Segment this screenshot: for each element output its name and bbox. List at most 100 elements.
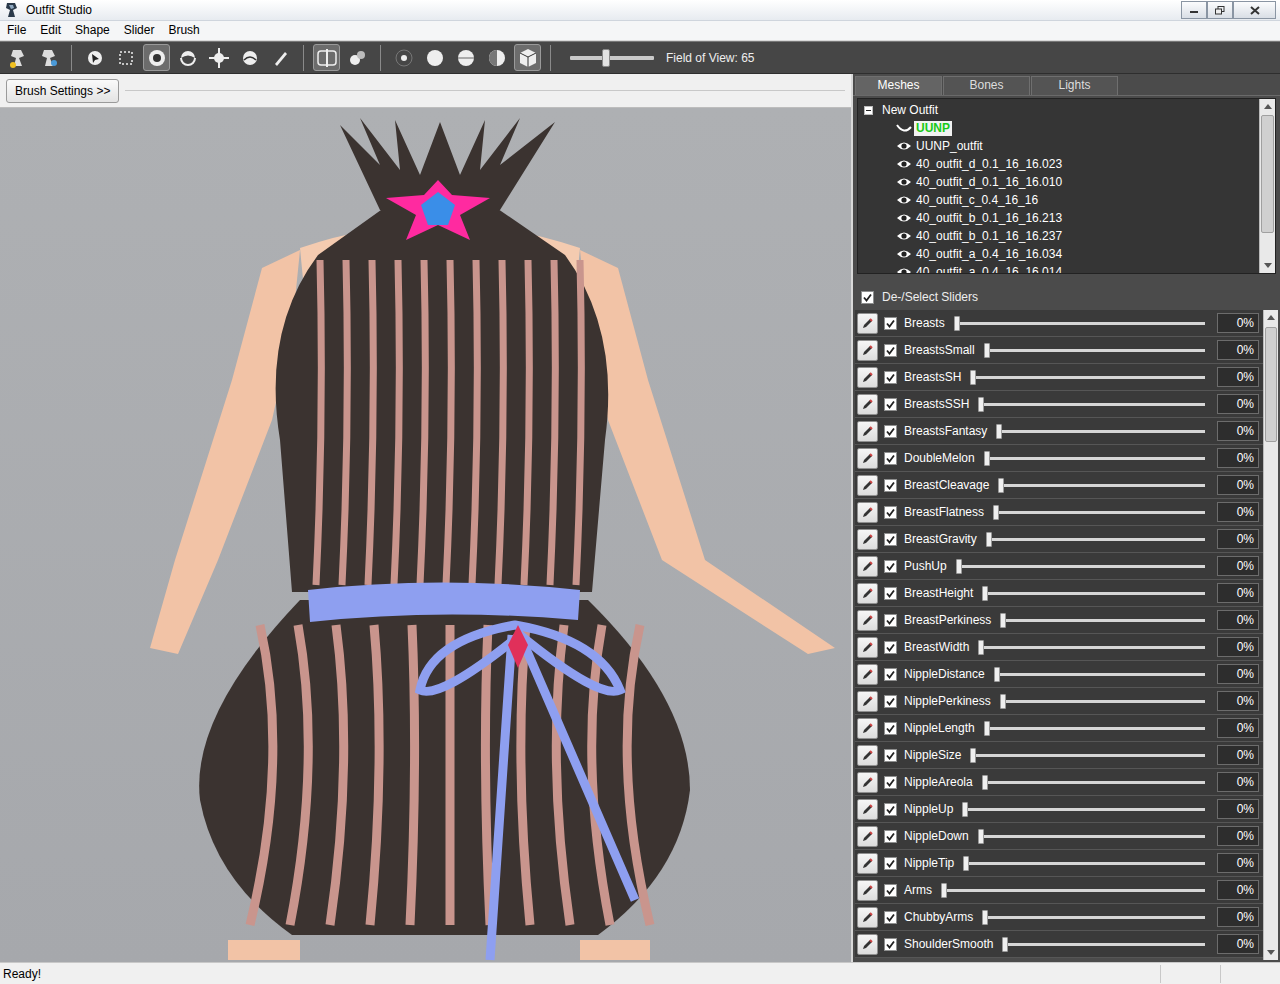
tree-root[interactable]: New Outfit (858, 101, 1259, 119)
slider-track[interactable] (1000, 619, 1205, 622)
scroll-down-button[interactable] (1260, 258, 1275, 273)
edit-slider-button[interactable] (857, 502, 878, 523)
tool-button[interactable] (112, 44, 139, 71)
slider-track[interactable] (1000, 700, 1205, 703)
slider-value[interactable]: 0% (1217, 313, 1259, 333)
slider-knob[interactable] (1002, 937, 1008, 952)
slider-track[interactable] (982, 916, 1205, 919)
slider-checkbox[interactable] (884, 722, 897, 735)
slider-knob[interactable] (1000, 613, 1006, 628)
panel-tab[interactable]: Bones (943, 76, 1030, 95)
edit-slider-button[interactable] (857, 367, 878, 388)
tool-button[interactable] (4, 44, 31, 71)
slider-track[interactable] (956, 565, 1205, 568)
slider-track[interactable] (970, 754, 1205, 757)
slider-track[interactable] (962, 808, 1205, 811)
slider-checkbox[interactable] (884, 614, 897, 627)
slider-checkbox[interactable] (884, 668, 897, 681)
slider-knob[interactable] (978, 829, 984, 844)
slider-checkbox[interactable] (884, 425, 897, 438)
edit-slider-button[interactable] (857, 583, 878, 604)
slider-value[interactable]: 0% (1217, 583, 1259, 603)
slider-value[interactable]: 0% (1217, 718, 1259, 738)
slider-value[interactable]: 0% (1217, 826, 1259, 846)
slider-track[interactable] (978, 646, 1205, 649)
tree-item[interactable]: 40_outfit_d_0.1_16_16.023 (858, 155, 1259, 173)
slider-knob[interactable] (962, 802, 968, 817)
slider-knob[interactable] (996, 424, 1002, 439)
slider-track[interactable] (978, 403, 1205, 406)
panel-tab[interactable]: Meshes (855, 76, 942, 95)
slider-value[interactable]: 0% (1217, 610, 1259, 630)
edit-slider-button[interactable] (857, 610, 878, 631)
tree-item[interactable]: 40_outfit_b_0.1_16_16.237 (858, 227, 1259, 245)
slider-knob[interactable] (984, 451, 990, 466)
slider-checkbox[interactable] (884, 560, 897, 573)
slider-knob[interactable] (986, 532, 992, 547)
tool-button[interactable] (267, 44, 294, 71)
slider-value[interactable]: 0% (1217, 529, 1259, 549)
slider-knob[interactable] (982, 910, 988, 925)
tool-button[interactable] (344, 44, 371, 71)
edit-slider-button[interactable] (857, 853, 878, 874)
slider-checkbox[interactable] (884, 479, 897, 492)
tool-button[interactable] (35, 44, 62, 71)
scroll-thumb[interactable] (1265, 327, 1277, 442)
edit-slider-button[interactable] (857, 691, 878, 712)
tool-button[interactable] (143, 44, 170, 71)
edit-slider-button[interactable] (857, 934, 878, 955)
slider-knob[interactable] (970, 370, 976, 385)
edit-slider-button[interactable] (857, 907, 878, 928)
slider-checkbox[interactable] (884, 803, 897, 816)
slider-value[interactable]: 0% (1217, 853, 1259, 873)
scroll-up-button[interactable] (1264, 310, 1278, 325)
slider-knob[interactable] (984, 343, 990, 358)
slider-checkbox[interactable] (884, 749, 897, 762)
tool-button[interactable] (205, 44, 232, 71)
edit-slider-button[interactable] (857, 637, 878, 658)
tree-scrollbar[interactable] (1259, 99, 1275, 273)
close-button[interactable] (1233, 1, 1276, 19)
tool-button[interactable] (390, 44, 417, 71)
edit-slider-button[interactable] (857, 772, 878, 793)
slider-checkbox[interactable] (884, 911, 897, 924)
3d-viewport[interactable] (0, 108, 851, 962)
edit-slider-button[interactable] (857, 394, 878, 415)
edit-slider-button[interactable] (857, 664, 878, 685)
slider-knob[interactable] (978, 640, 984, 655)
slider-track[interactable] (984, 457, 1205, 460)
edit-slider-button[interactable] (857, 475, 878, 496)
slider-checkbox[interactable] (884, 884, 897, 897)
slider-knob[interactable] (941, 883, 947, 898)
slider-value[interactable]: 0% (1217, 907, 1259, 927)
slider-value[interactable]: 0% (1217, 502, 1259, 522)
slider-track[interactable] (998, 484, 1205, 487)
scroll-thumb[interactable] (1261, 115, 1274, 233)
slider-checkbox[interactable] (884, 695, 897, 708)
brush-settings-button[interactable]: Brush Settings >> (6, 79, 119, 103)
fov-slider[interactable] (570, 56, 654, 60)
tool-button[interactable] (174, 44, 201, 71)
slider-track[interactable] (993, 511, 1205, 514)
slider-checkbox[interactable] (884, 533, 897, 546)
slider-track[interactable] (982, 592, 1205, 595)
tool-button[interactable] (514, 44, 541, 71)
slider-checkbox[interactable] (884, 506, 897, 519)
slider-value[interactable]: 0% (1217, 448, 1259, 468)
scroll-up-button[interactable] (1260, 99, 1275, 114)
slider-checkbox[interactable] (884, 830, 897, 843)
edit-slider-button[interactable] (857, 313, 878, 334)
tool-button[interactable] (81, 44, 108, 71)
tree-item[interactable]: 40_outfit_d_0.1_16_16.010 (858, 173, 1259, 191)
slider-knob[interactable] (993, 505, 999, 520)
tool-button[interactable] (483, 44, 510, 71)
slider-value[interactable]: 0% (1217, 421, 1259, 441)
edit-slider-button[interactable] (857, 448, 878, 469)
slider-value[interactable]: 0% (1217, 745, 1259, 765)
slider-track[interactable] (954, 322, 1205, 325)
tree-item[interactable]: UUNP_outfit (858, 137, 1259, 155)
slider-value[interactable]: 0% (1217, 340, 1259, 360)
slider-track[interactable] (994, 673, 1205, 676)
scroll-down-button[interactable] (1264, 945, 1278, 960)
slider-knob[interactable] (984, 721, 990, 736)
